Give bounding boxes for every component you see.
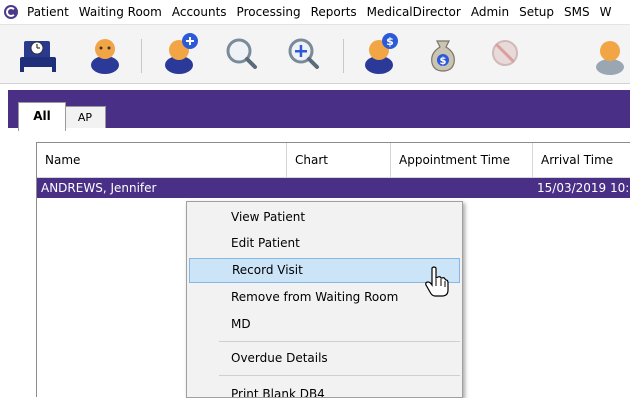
column-header-arrival-time[interactable]: Arrival Time bbox=[533, 143, 630, 177]
menu-medicaldirector[interactable]: MedicalDirector bbox=[362, 0, 466, 24]
add-patient-icon[interactable] bbox=[156, 29, 206, 79]
menu-reports[interactable]: Reports bbox=[306, 0, 362, 24]
context-menu-separator bbox=[219, 341, 460, 342]
column-header-name[interactable]: Name bbox=[37, 143, 287, 177]
svg-text:$: $ bbox=[440, 56, 447, 67]
menu-sms[interactable]: SMS bbox=[559, 0, 595, 24]
column-header-chart[interactable]: Chart bbox=[287, 143, 391, 177]
context-menu-overdue-details[interactable]: Overdue Details bbox=[189, 346, 460, 371]
cell-arrival-time: 15/03/2019 10: bbox=[537, 181, 630, 195]
cell-name: ANDREWS, Jennifer bbox=[41, 181, 157, 195]
context-menu-record-visit[interactable]: Record Visit bbox=[189, 258, 460, 283]
doctor-icon[interactable] bbox=[585, 29, 630, 79]
toolbar-separator bbox=[141, 39, 142, 73]
zoom-in-icon[interactable] bbox=[278, 29, 328, 79]
disabled-sms-icon[interactable] bbox=[480, 29, 530, 79]
menu-waiting-room[interactable]: Waiting Room bbox=[74, 0, 167, 24]
svg-text:$: $ bbox=[386, 35, 394, 48]
menu-bar: Patient Waiting Room Accounts Processing… bbox=[0, 0, 630, 25]
waiting-room-bed-icon[interactable] bbox=[14, 29, 64, 79]
search-icon[interactable] bbox=[216, 29, 266, 79]
menu-patient[interactable]: Patient bbox=[22, 0, 74, 24]
table-row[interactable]: ANDREWS, Jennifer 15/03/2019 10: bbox=[37, 178, 630, 198]
menu-accounts[interactable]: Accounts bbox=[167, 0, 232, 24]
context-menu-separator bbox=[219, 375, 460, 376]
hand-cursor-icon bbox=[424, 266, 450, 298]
context-menu-md[interactable]: MD bbox=[189, 312, 460, 337]
money-bag-icon[interactable]: $ bbox=[418, 29, 468, 79]
tab-ap[interactable]: AP bbox=[64, 106, 106, 129]
cell-chart bbox=[287, 178, 391, 198]
context-menu-remove-from-waiting-room[interactable]: Remove from Waiting Room bbox=[189, 285, 460, 310]
context-menu: View Patient Edit Patient Record Visit R… bbox=[186, 201, 463, 398]
menu-window[interactable]: W bbox=[595, 0, 617, 24]
menu-setup[interactable]: Setup bbox=[514, 0, 559, 24]
grid-header: Name Chart Appointment Time Arrival Time bbox=[37, 143, 630, 178]
menu-processing[interactable]: Processing bbox=[232, 0, 306, 24]
patient-billing-icon[interactable]: $ bbox=[356, 29, 406, 79]
context-menu-view-patient[interactable]: View Patient bbox=[189, 205, 460, 230]
tab-all[interactable]: All bbox=[18, 102, 66, 131]
app-logo-icon[interactable] bbox=[4, 5, 18, 19]
toolbar: $ $ bbox=[0, 25, 630, 84]
column-header-appointment-time[interactable]: Appointment Time bbox=[391, 143, 533, 177]
context-menu-edit-patient[interactable]: Edit Patient bbox=[189, 231, 460, 256]
toolbar-separator bbox=[343, 39, 344, 73]
patient-icon[interactable] bbox=[80, 29, 130, 79]
menu-admin[interactable]: Admin bbox=[466, 0, 514, 24]
cell-appointment-time bbox=[391, 178, 533, 198]
